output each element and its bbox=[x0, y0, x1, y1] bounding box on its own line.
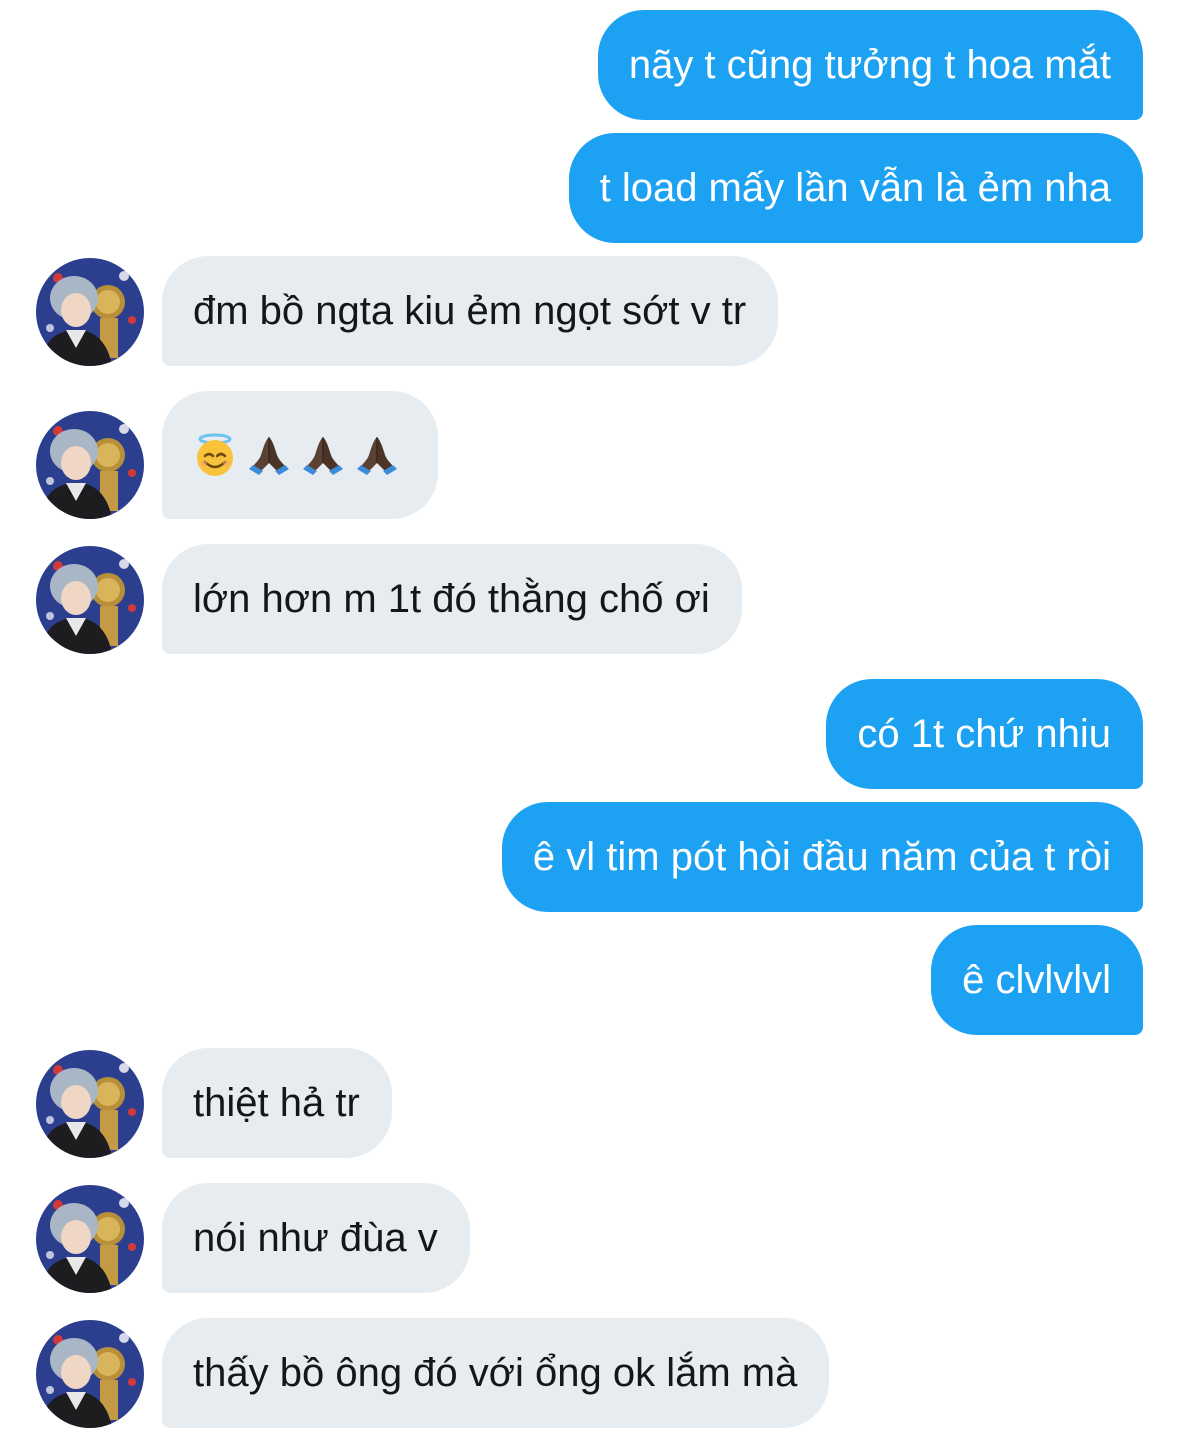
message-bubble[interactable] bbox=[162, 391, 438, 519]
message-bubble[interactable]: nãy t cũng tưởng t hoa mắt bbox=[597, 10, 1143, 120]
message-bubble[interactable]: thấy bồ ông đó với ổng ok lắm mà bbox=[162, 1318, 830, 1428]
message-bubble[interactable]: ê clvlvlvl bbox=[931, 925, 1143, 1035]
message-received: thiệt hả tr bbox=[0, 1048, 1179, 1158]
message-text: có 1t chứ nhiu bbox=[857, 712, 1111, 756]
folded-hands-icon bbox=[301, 433, 345, 477]
message-bubble[interactable]: có 1t chứ nhiu bbox=[826, 679, 1143, 789]
message-bubble[interactable]: đm bồ ngta kiu ẻm ngọt sớt v tr bbox=[162, 256, 779, 366]
message-sent: t load mấy lần vẫn là ẻm nha bbox=[0, 133, 1179, 243]
message-text: thấy bồ ông đó với ổng ok lắm mà bbox=[193, 1351, 798, 1395]
smiling-face-with-halo-icon bbox=[193, 433, 237, 477]
message-bubble[interactable]: ê vl tim pót hòi đầu năm của t ròi bbox=[501, 802, 1143, 912]
message-text: ê clvlvlvl bbox=[962, 958, 1111, 1002]
message-received: thấy bồ ông đó với ổng ok lắm mà bbox=[0, 1318, 1179, 1428]
message-bubble[interactable]: thiệt hả tr bbox=[162, 1048, 392, 1158]
folded-hands-icon bbox=[355, 433, 399, 477]
user-avatar-icon[interactable] bbox=[36, 1185, 144, 1293]
message-bubble[interactable]: t load mấy lần vẫn là ẻm nha bbox=[568, 133, 1143, 243]
message-thread: nãy t cũng tưởng t hoa mắt t load mấy lầ… bbox=[0, 0, 1179, 1445]
message-text: đm bồ ngta kiu ẻm ngọt sớt v tr bbox=[193, 289, 747, 333]
user-avatar-icon[interactable] bbox=[36, 411, 144, 519]
message-received: nói như đùa v bbox=[0, 1183, 1179, 1293]
user-avatar-icon[interactable] bbox=[36, 546, 144, 654]
message-sent: có 1t chứ nhiu bbox=[0, 679, 1179, 789]
user-avatar-icon[interactable] bbox=[36, 1050, 144, 1158]
message-sent: ê clvlvlvl bbox=[0, 925, 1179, 1035]
emoji-row bbox=[193, 433, 399, 477]
message-text: nói như đùa v bbox=[193, 1216, 438, 1260]
message-text: nãy t cũng tưởng t hoa mắt bbox=[628, 43, 1111, 87]
message-received: lớn hơn m 1t đó thằng chố ơi bbox=[0, 544, 1179, 654]
message-text: thiệt hả tr bbox=[193, 1081, 360, 1125]
message-text: ê vl tim pót hòi đầu năm của t ròi bbox=[532, 835, 1111, 879]
folded-hands-icon bbox=[247, 433, 291, 477]
message-text: lớn hơn m 1t đó thằng chố ơi bbox=[193, 577, 710, 621]
message-text: t load mấy lần vẫn là ẻm nha bbox=[599, 166, 1111, 210]
message-sent: ê vl tim pót hòi đầu năm của t ròi bbox=[0, 802, 1179, 912]
message-received bbox=[0, 391, 1179, 519]
user-avatar-icon[interactable] bbox=[36, 258, 144, 366]
user-avatar-icon[interactable] bbox=[36, 1320, 144, 1428]
message-bubble[interactable]: nói như đùa v bbox=[162, 1183, 470, 1293]
message-bubble[interactable]: lớn hơn m 1t đó thằng chố ơi bbox=[162, 544, 742, 654]
message-sent: nãy t cũng tưởng t hoa mắt bbox=[0, 10, 1179, 120]
message-received: đm bồ ngta kiu ẻm ngọt sớt v tr bbox=[0, 256, 1179, 366]
